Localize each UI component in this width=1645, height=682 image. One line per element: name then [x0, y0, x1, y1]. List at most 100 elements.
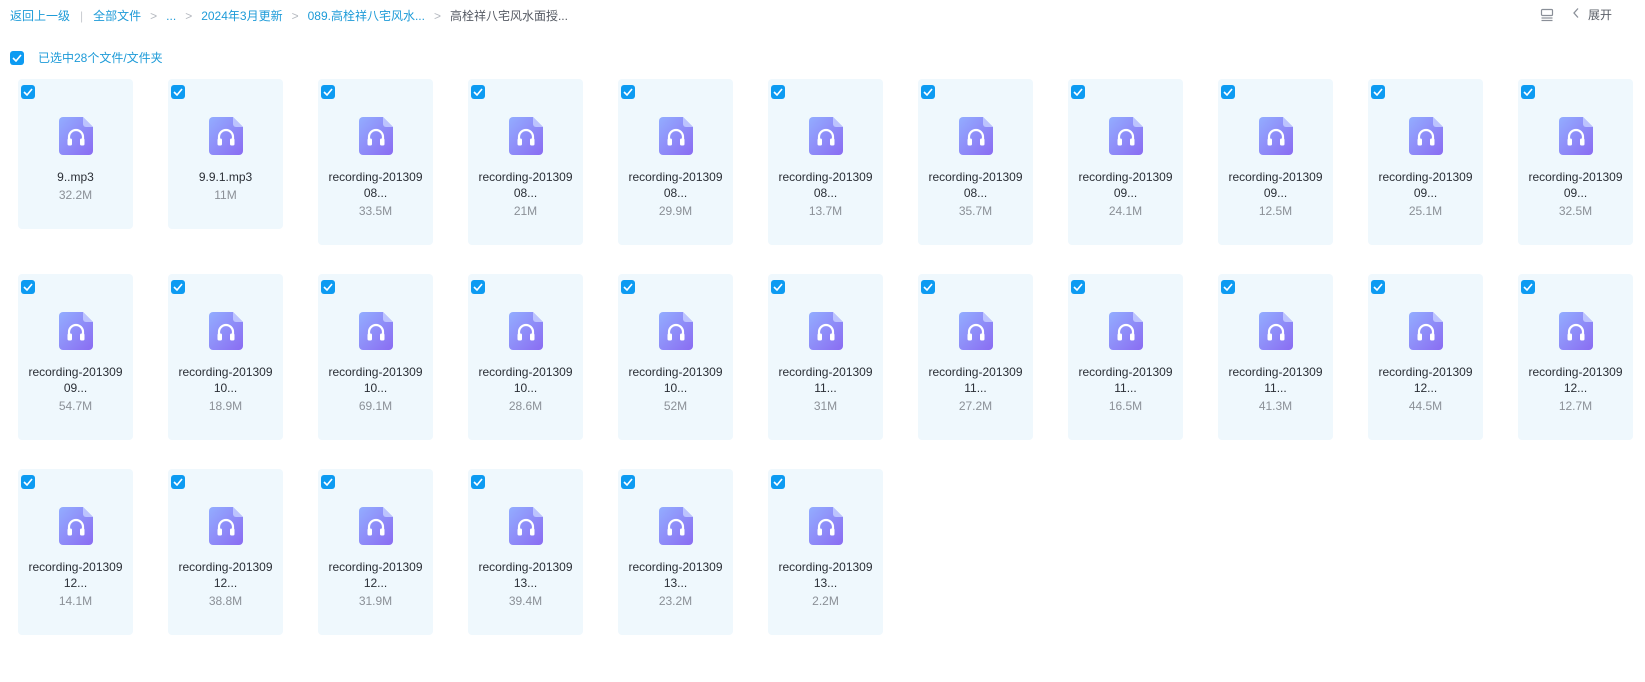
file-card[interactable]: recording-201309 12... 12.7M — [1518, 274, 1633, 440]
file-card[interactable]: recording-201309 08... 13.7M — [768, 79, 883, 245]
file-checkbox[interactable] — [1371, 280, 1385, 294]
audio-headphones-icon — [1108, 117, 1143, 155]
file-card[interactable]: recording-201309 09... 12.5M — [1218, 79, 1333, 245]
file-checkbox[interactable] — [471, 85, 485, 99]
file-card[interactable]: recording-201309 09... 54.7M — [18, 274, 133, 440]
file-card[interactable]: recording-201309 10... 28.6M — [468, 274, 583, 440]
file-card[interactable]: recording-201309 12... 31.9M — [318, 469, 433, 635]
breadcrumb-folder-2024-03[interactable]: 2024年3月更新 — [201, 7, 282, 24]
chevron-left-icon[interactable] — [1572, 7, 1580, 22]
breadcrumb-ellipsis[interactable]: ... — [166, 9, 176, 23]
file-card[interactable]: 9..mp3 32.2M — [18, 79, 133, 229]
file-card[interactable]: recording-201309 09... 24.1M — [1068, 79, 1183, 245]
file-size: 29.9M — [658, 204, 693, 218]
file-card[interactable]: recording-201309 13... 2.2M — [768, 469, 883, 635]
file-checkbox[interactable] — [1371, 85, 1385, 99]
file-checkbox[interactable] — [471, 280, 485, 294]
file-card[interactable]: recording-201309 10... 18.9M — [168, 274, 283, 440]
file-card[interactable]: recording-201309 11... 31M — [768, 274, 883, 440]
file-grid: 9..mp3 32.2M 9.9.1.mp3 11M recording-201… — [18, 79, 1638, 636]
audio-headphones-icon — [658, 507, 693, 545]
file-checkbox[interactable] — [171, 85, 185, 99]
file-name: recording-201309 08... — [928, 170, 1023, 200]
file-checkbox[interactable] — [1221, 85, 1235, 99]
file-name: recording-201309 08... — [328, 170, 423, 200]
file-checkbox[interactable] — [621, 280, 635, 294]
file-checkbox[interactable] — [1521, 280, 1535, 294]
audio-headphones-icon — [508, 507, 543, 545]
file-card[interactable]: recording-201309 08... 21M — [468, 79, 583, 245]
file-checkbox[interactable] — [21, 475, 35, 489]
file-name: recording-201309 09... — [28, 365, 123, 395]
file-size: 33.5M — [358, 204, 393, 218]
file-checkbox[interactable] — [1071, 85, 1085, 99]
expand-button[interactable]: 展开 — [1588, 6, 1612, 23]
file-name: recording-201309 08... — [628, 170, 723, 200]
file-card[interactable]: recording-201309 09... 32.5M — [1518, 79, 1633, 245]
file-checkbox[interactable] — [321, 280, 335, 294]
audio-headphones-icon — [1258, 312, 1293, 350]
file-card[interactable]: recording-201309 08... 33.5M — [318, 79, 433, 245]
breadcrumb-separator: > — [185, 8, 193, 23]
list-view-icon[interactable] — [1540, 8, 1554, 22]
file-size: 25.1M — [1408, 204, 1443, 218]
file-size: 32.5M — [1558, 204, 1593, 218]
file-name: recording-201309 09... — [1228, 170, 1323, 200]
select-all-checkbox[interactable] — [10, 50, 24, 65]
audio-headphones-icon — [658, 117, 693, 155]
file-checkbox[interactable] — [321, 85, 335, 99]
file-card[interactable]: recording-201309 13... 39.4M — [468, 469, 583, 635]
file-card[interactable]: recording-201309 12... 14.1M — [18, 469, 133, 635]
file-checkbox[interactable] — [171, 475, 185, 489]
audio-headphones-icon — [358, 507, 393, 545]
file-card[interactable]: recording-201309 11... 16.5M — [1068, 274, 1183, 440]
file-card[interactable]: recording-201309 08... 29.9M — [618, 79, 733, 245]
file-card[interactable]: recording-201309 10... 69.1M — [318, 274, 433, 440]
audio-headphones-icon — [1258, 117, 1293, 155]
file-checkbox[interactable] — [621, 85, 635, 99]
file-card[interactable]: recording-201309 08... 35.7M — [918, 79, 1033, 245]
breadcrumb-folder-089[interactable]: 089.高栓祥八宅风水... — [308, 7, 425, 24]
file-card[interactable]: recording-201309 12... 44.5M — [1368, 274, 1483, 440]
file-checkbox[interactable] — [621, 475, 635, 489]
file-checkbox[interactable] — [921, 280, 935, 294]
file-checkbox[interactable] — [471, 475, 485, 489]
file-card[interactable]: 9.9.1.mp3 11M — [168, 79, 283, 229]
file-checkbox[interactable] — [21, 85, 35, 99]
audio-headphones-icon — [658, 312, 693, 350]
audio-headphones-icon — [358, 117, 393, 155]
file-checkbox[interactable] — [21, 280, 35, 294]
file-checkbox[interactable] — [321, 475, 335, 489]
file-size: 28.6M — [508, 399, 543, 413]
file-checkbox[interactable] — [771, 280, 785, 294]
file-size: 54.7M — [58, 399, 93, 413]
file-name: 9..mp3 — [57, 170, 94, 184]
file-checkbox[interactable] — [1521, 85, 1535, 99]
file-name: recording-201309 10... — [178, 365, 273, 395]
file-checkbox[interactable] — [1221, 280, 1235, 294]
file-size: 24.1M — [1108, 204, 1143, 218]
file-card[interactable]: recording-201309 09... 25.1M — [1368, 79, 1483, 245]
file-card[interactable]: recording-201309 11... 41.3M — [1218, 274, 1333, 440]
file-name: recording-201309 11... — [1078, 365, 1173, 395]
file-size: 16.5M — [1108, 399, 1143, 413]
file-checkbox[interactable] — [771, 475, 785, 489]
file-checkbox[interactable] — [921, 85, 935, 99]
file-name: recording-201309 09... — [1378, 170, 1473, 200]
file-checkbox[interactable] — [771, 85, 785, 99]
audio-headphones-icon — [508, 117, 543, 155]
file-name: recording-201309 11... — [778, 365, 873, 395]
audio-headphones-icon — [1408, 312, 1443, 350]
back-link[interactable]: 返回上一级 — [10, 7, 70, 24]
file-card[interactable]: recording-201309 11... 27.2M — [918, 274, 1033, 440]
breadcrumb-all-files[interactable]: 全部文件 — [93, 7, 141, 24]
file-card[interactable]: recording-201309 13... 23.2M — [618, 469, 733, 635]
file-name: recording-201309 11... — [1228, 365, 1323, 395]
audio-headphones-icon — [208, 507, 243, 545]
file-name: recording-201309 08... — [478, 170, 573, 200]
audio-headphones-icon — [58, 312, 93, 350]
file-card[interactable]: recording-201309 12... 38.8M — [168, 469, 283, 635]
file-checkbox[interactable] — [1071, 280, 1085, 294]
file-checkbox[interactable] — [171, 280, 185, 294]
file-card[interactable]: recording-201309 10... 52M — [618, 274, 733, 440]
